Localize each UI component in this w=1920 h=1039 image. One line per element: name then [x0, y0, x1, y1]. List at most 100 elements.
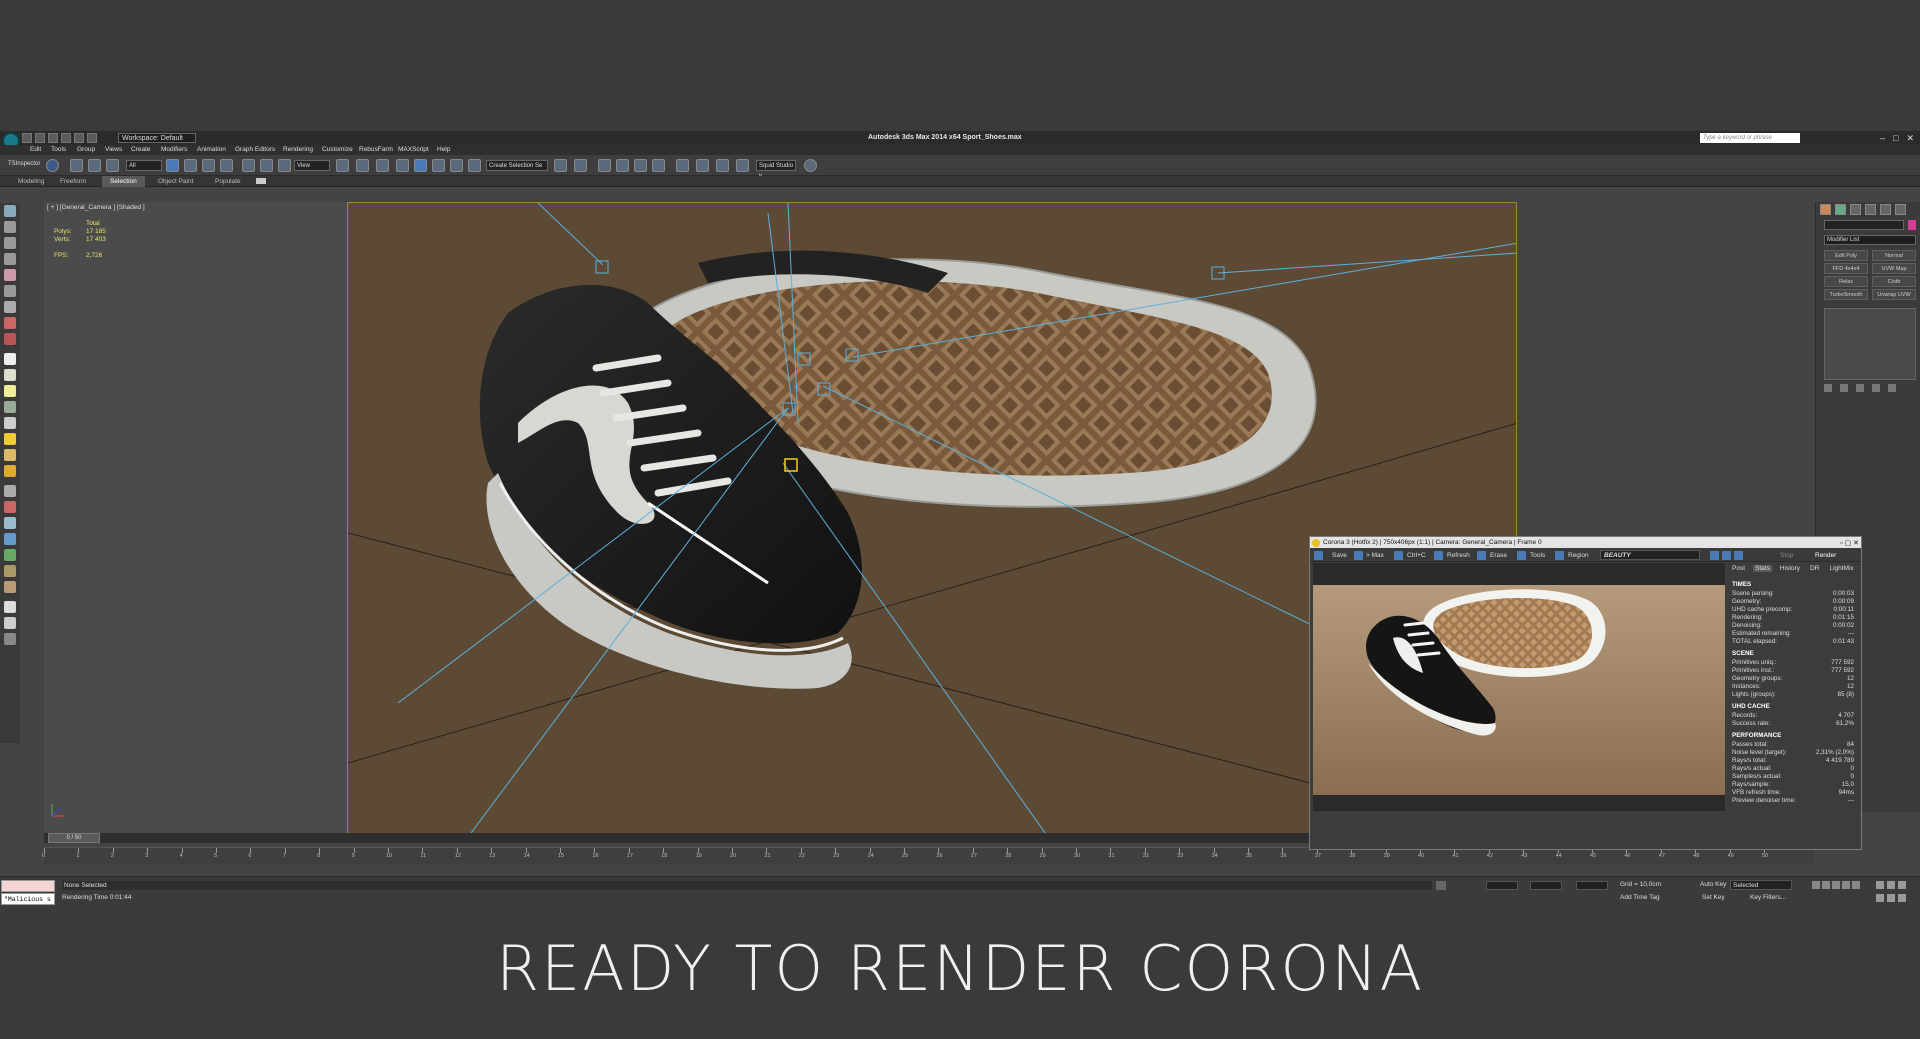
edit-named-selection-icon[interactable]	[468, 159, 481, 172]
orbit-icon[interactable]	[1876, 893, 1884, 902]
undo-icon[interactable]	[61, 133, 71, 143]
y-coordinate-field[interactable]	[1530, 881, 1562, 890]
rendered-frame-window-icon[interactable]	[716, 159, 729, 172]
layer-icon[interactable]	[4, 237, 16, 249]
new-icon[interactable]	[22, 133, 32, 143]
motion-tab-icon[interactable]	[1865, 204, 1876, 215]
go-to-start-icon[interactable]	[1812, 881, 1820, 889]
angle-snap-icon[interactable]	[414, 159, 427, 172]
z-coordinate-field[interactable]	[1576, 881, 1608, 890]
camera-icon[interactable]	[4, 601, 16, 613]
search-input[interactable]: Type a keyword or phrase	[1700, 133, 1800, 143]
maxscript-listener-input[interactable]	[1, 880, 55, 892]
save-icon[interactable]	[48, 133, 58, 143]
scene-explorer-icon[interactable]	[4, 221, 16, 233]
keyboard-shortcut-icon[interactable]	[376, 159, 389, 172]
make-unique-icon[interactable]	[1856, 384, 1864, 392]
link-icon[interactable]	[70, 159, 83, 172]
menu-tools[interactable]: Tools	[51, 145, 66, 155]
corona-window-controls[interactable]: ▫ ▢ ✕	[1840, 538, 1859, 549]
schematic-view-icon[interactable]	[652, 159, 665, 172]
tab-object-paint[interactable]: Object Paint	[158, 176, 193, 187]
sphere-icon[interactable]	[4, 369, 16, 381]
zoom-all-icon[interactable]	[1887, 881, 1895, 889]
help-icon[interactable]	[4, 633, 16, 645]
corona-render-button[interactable]: Render	[1815, 549, 1836, 562]
corona-save-button[interactable]: Save	[1332, 549, 1347, 562]
unlink-icon[interactable]	[88, 159, 101, 172]
set-key-button[interactable]: Set Key	[1702, 894, 1725, 901]
corona-to-max-button[interactable]: > Max	[1366, 549, 1384, 562]
maximize-icon[interactable]: □	[1893, 131, 1898, 145]
minimize-icon[interactable]: –	[1880, 131, 1885, 145]
display-icon[interactable]	[4, 333, 16, 345]
menu-group[interactable]: Group	[77, 145, 95, 155]
cloth-button[interactable]: Cloth	[1872, 276, 1916, 287]
maximize-viewport-icon[interactable]	[1898, 893, 1906, 902]
menu-graph-editors[interactable]: Graph Editors	[235, 145, 275, 155]
tab-post[interactable]: Post	[1730, 565, 1747, 572]
pivot-center-icon[interactable]	[336, 159, 349, 172]
corona-light-icon[interactable]	[4, 465, 16, 477]
close-icon[interactable]: ✕	[1906, 131, 1914, 145]
reference-coordinate-dropdown[interactable]: View	[294, 160, 330, 171]
utilities-tab-icon[interactable]	[1895, 204, 1906, 215]
squid-studio-icon[interactable]	[804, 159, 817, 172]
tab-lightmix[interactable]: LightMix	[1827, 565, 1855, 572]
key-filters-button[interactable]: Key Filters...	[1750, 894, 1786, 901]
zoom-icon[interactable]	[1876, 881, 1884, 889]
sun-icon[interactable]	[4, 433, 16, 445]
material-editor-icon[interactable]	[676, 159, 689, 172]
named-selection-sets-dropdown[interactable]: Create Selection Se	[486, 160, 548, 171]
modify-tab-icon[interactable]	[1835, 204, 1846, 215]
tab-history[interactable]: History	[1778, 565, 1802, 572]
cone-icon[interactable]	[4, 417, 16, 429]
configure-sets-icon[interactable]	[1888, 384, 1896, 392]
render-setup-icon[interactable]	[696, 159, 709, 172]
select-manipulate-icon[interactable]	[356, 159, 369, 172]
object-color-swatch[interactable]	[1908, 220, 1916, 230]
rectangular-selection-icon[interactable]	[202, 159, 215, 172]
region-icon[interactable]	[1555, 551, 1564, 560]
hierarchy-icon[interactable]	[4, 285, 16, 297]
align-icon[interactable]	[574, 159, 587, 172]
menu-animation[interactable]: Animation	[197, 145, 226, 155]
menu-rebusfarm[interactable]: RebusFarm	[359, 145, 393, 155]
utility-icon[interactable]	[4, 317, 16, 329]
uvw-map-button[interactable]: UVW Map	[1872, 263, 1916, 274]
scatter-icon[interactable]	[4, 565, 16, 577]
erase-icon[interactable]	[1477, 551, 1486, 560]
percent-snap-icon[interactable]	[432, 159, 445, 172]
particle-icon[interactable]	[4, 517, 16, 529]
maxscript-output[interactable]: "Malicious s	[1, 893, 55, 905]
layer-explorer-icon[interactable]	[598, 159, 611, 172]
zoom-fit-icon[interactable]	[1734, 551, 1743, 560]
foliage-icon[interactable]	[4, 549, 16, 561]
helper-icon[interactable]	[4, 501, 16, 513]
motion-icon[interactable]	[4, 301, 16, 313]
tsinspector-icon[interactable]	[46, 159, 59, 172]
menu-modifiers[interactable]: Modifiers	[161, 145, 187, 155]
modifier-stack[interactable]	[1824, 308, 1916, 380]
zoom-out-icon[interactable]	[1722, 551, 1731, 560]
pin-stack-icon[interactable]	[1824, 384, 1832, 392]
menu-customize[interactable]: Customize	[322, 145, 353, 155]
workspace-dropdown[interactable]: Workspace: Default	[118, 133, 196, 143]
hierarchy-tab-icon[interactable]	[1850, 204, 1861, 215]
copy-icon[interactable]	[1394, 551, 1403, 560]
menu-help[interactable]: Help	[437, 145, 450, 155]
tsinspector-label[interactable]: TSInspector	[8, 161, 40, 167]
next-frame-icon[interactable]	[1842, 881, 1850, 889]
fov-icon[interactable]	[1887, 893, 1895, 902]
menu-views[interactable]: Views	[105, 145, 122, 155]
create-tab-icon[interactable]	[1820, 204, 1831, 215]
normal-button[interactable]: Normal	[1872, 250, 1916, 261]
selection-filter-dropdown[interactable]: All	[126, 160, 162, 171]
tab-freeform[interactable]: Freeform	[60, 176, 86, 187]
corona-region-button[interactable]: Region	[1568, 549, 1589, 562]
auto-key-button[interactable]: Auto Key	[1700, 881, 1726, 888]
corona-refresh-button[interactable]: Refresh	[1447, 549, 1470, 562]
omni-icon[interactable]	[4, 449, 16, 461]
previous-frame-icon[interactable]	[1822, 881, 1830, 889]
corona-render-image[interactable]	[1313, 563, 1725, 811]
